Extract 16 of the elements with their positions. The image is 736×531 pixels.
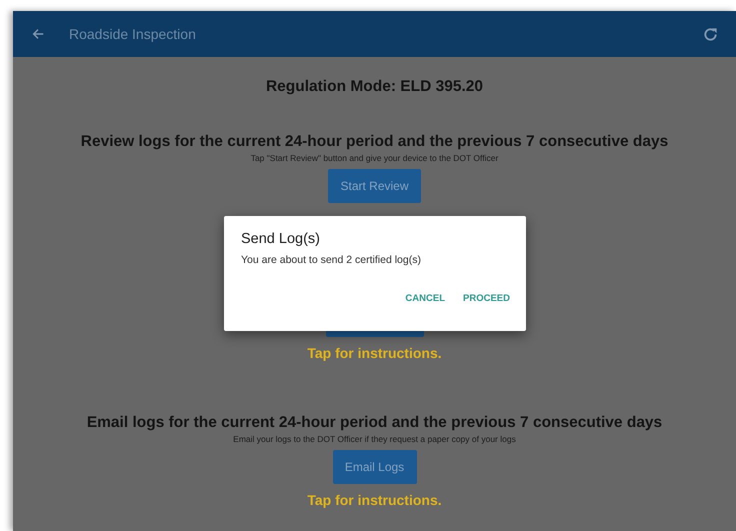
- action-button[interactable]: Start Review: [328, 169, 421, 203]
- action-button[interactable]: Email Logs: [332, 450, 416, 484]
- back-arrow-icon[interactable]: [31, 27, 45, 41]
- dialog-message: You are about to send 2 certified log(s): [241, 253, 422, 267]
- screen-title: Roadside Inspection: [69, 26, 197, 42]
- refresh-icon[interactable]: [702, 26, 719, 42]
- instructions-link[interactable]: Tap for instructions.: [307, 491, 442, 509]
- section-heading: Email logs for the current 24-hour period and the previous 7 consecutive days: [86, 413, 662, 433]
- cancel-button[interactable]: CANCEL: [405, 291, 446, 306]
- dialog-title: Send Log(s): [241, 230, 321, 248]
- section-description: Email your logs to the DOT Officer if they request a paper copy of your logs: [233, 433, 516, 445]
- section-description: Tap "Start Review" button and give your device to the DOT Officer: [250, 152, 498, 164]
- proceed-button[interactable]: PROCEED: [463, 291, 510, 306]
- regulation-mode-heading: Regulation Mode: ELD 395.20: [266, 77, 484, 97]
- instructions-link[interactable]: Tap for instructions.: [307, 344, 442, 362]
- section-heading: Review logs for the current 24-hour period and the previous 7 consecutive days: [80, 132, 668, 152]
